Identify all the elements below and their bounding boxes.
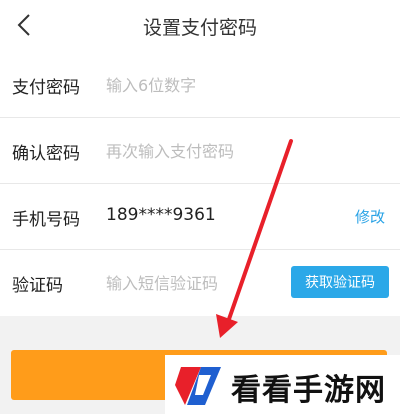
confirm-password-input[interactable] bbox=[106, 136, 276, 166]
header-bar: 设置支付密码 bbox=[0, 0, 400, 52]
pay-password-row: 支付密码 bbox=[0, 52, 400, 118]
page-title: 设置支付密码 bbox=[142, 17, 257, 39]
pay-password-form: 支付密码 确认密码 手机号码 189****9361 修改 验证码 获取验证码 bbox=[0, 52, 400, 316]
pay-password-label: 支付密码 bbox=[12, 78, 80, 98]
phone-number: 189****9361 bbox=[106, 205, 216, 225]
pay-password-input[interactable] bbox=[106, 70, 276, 100]
watermark-text: 看看手游网 bbox=[231, 373, 386, 408]
verify-code-input[interactable] bbox=[106, 268, 276, 298]
confirm-password-label: 确认密码 bbox=[12, 144, 80, 164]
watermark-logo-icon bbox=[175, 367, 221, 405]
phone-row: 手机号码 189****9361 修改 bbox=[0, 184, 400, 250]
confirm-password-row: 确认密码 bbox=[0, 118, 400, 184]
watermark: 看看手游网 bbox=[165, 355, 400, 414]
phone-label: 手机号码 bbox=[12, 210, 80, 230]
modify-phone-link[interactable]: 修改 bbox=[355, 206, 385, 227]
get-verify-code-button[interactable]: 获取验证码 bbox=[291, 266, 389, 298]
verify-code-row: 验证码 获取验证码 bbox=[0, 250, 400, 316]
verify-code-label: 验证码 bbox=[12, 276, 63, 296]
